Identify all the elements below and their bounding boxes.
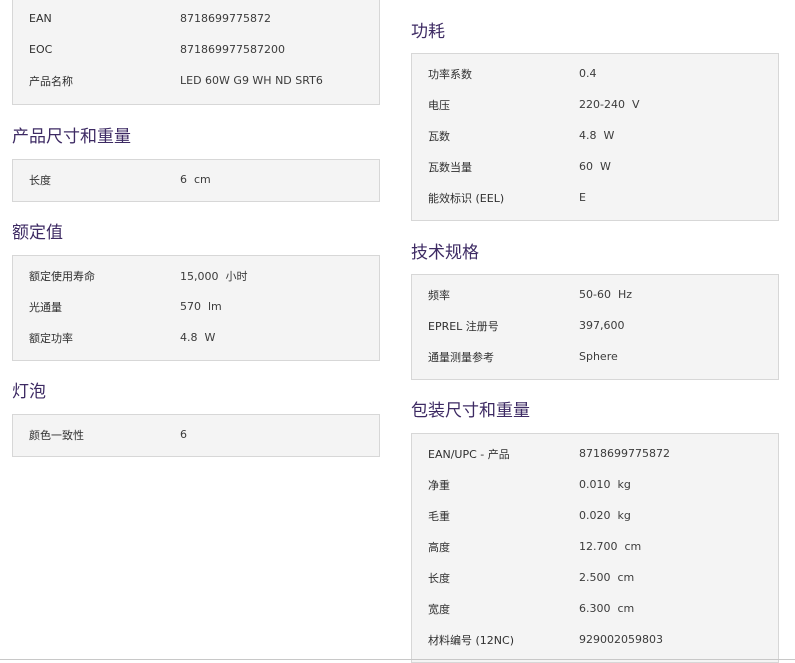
spec-value: 6 cm xyxy=(180,173,211,186)
spec-row: 长度 6 cm xyxy=(13,164,379,195)
product-info-panel: EAN 8718699775872 EOC 871869977587200 产品… xyxy=(12,0,380,105)
packaging-panel: EAN/UPC - 产品 8718699775872 净重 0.010 kg 毛… xyxy=(411,433,779,663)
spec-row: 宽度 6.300 cm xyxy=(412,593,778,624)
spec-label: 高度 xyxy=(428,540,450,554)
spec-label: 频率 xyxy=(428,288,450,302)
spec-label: 产品名称 xyxy=(29,74,73,88)
spec-value: 0.4 xyxy=(579,67,597,80)
spec-label: 毛重 xyxy=(428,509,450,523)
spec-value: Sphere xyxy=(579,350,618,363)
spec-row: 电压 220-240 V xyxy=(412,89,778,120)
spec-row: 颜色一致性 6 xyxy=(13,419,379,450)
spec-row: 瓦数当量 60 W xyxy=(412,151,778,182)
spec-value: 60 W xyxy=(579,160,611,173)
spec-row: 产品名称 LED 60W G9 WH ND SRT6 xyxy=(13,65,379,96)
spec-value: 0.020 kg xyxy=(579,509,631,522)
spec-value: 6.300 cm xyxy=(579,602,635,615)
spec-label: 瓦数 xyxy=(428,129,450,143)
spec-value: 2.500 cm xyxy=(579,571,635,584)
section-title-packaging: 包装尺寸和重量 xyxy=(411,401,530,421)
spec-label: 瓦数当量 xyxy=(428,160,472,174)
spec-label: EAN xyxy=(29,12,52,25)
spec-label: 额定使用寿命 xyxy=(29,269,95,283)
spec-value: LED 60W G9 WH ND SRT6 xyxy=(180,74,323,87)
spec-row: 额定使用寿命 15,000 小时 xyxy=(13,260,379,291)
spec-label: 电压 xyxy=(428,98,450,112)
spec-row: 毛重 0.020 kg xyxy=(412,500,778,531)
spec-row: EPREL 注册号 397,600 xyxy=(412,310,778,341)
spec-value: 8718699775872 xyxy=(180,12,271,25)
spec-label: 通量测量参考 xyxy=(428,350,494,364)
spec-value: 220-240 V xyxy=(579,98,640,111)
spec-label: 净重 xyxy=(428,478,450,492)
tech-panel: 频率 50-60 Hz EPREL 注册号 397,600 通量测量参考 Sph… xyxy=(411,274,779,380)
spec-label: 长度 xyxy=(29,173,51,187)
spec-value: 570 lm xyxy=(180,300,222,313)
spec-row: 频率 50-60 Hz xyxy=(412,279,778,310)
power-panel: 功率系数 0.4 电压 220-240 V 瓦数 4.8 W 瓦数当量 60 W… xyxy=(411,53,779,221)
spec-value: 12.700 cm xyxy=(579,540,642,553)
spec-row: 瓦数 4.8 W xyxy=(412,120,778,151)
spec-value: 871869977587200 xyxy=(180,43,285,56)
spec-row: 长度 2.500 cm xyxy=(412,562,778,593)
spec-label: 功率系数 xyxy=(428,67,472,81)
spec-label: 材料编号 (12NC) xyxy=(428,633,514,647)
spec-value: E xyxy=(579,191,586,204)
section-title-power: 功耗 xyxy=(411,22,445,42)
bulb-panel: 颜色一致性 6 xyxy=(12,414,380,457)
spec-value: 397,600 xyxy=(579,319,625,332)
spec-label: EOC xyxy=(29,43,53,56)
spec-row: 光通量 570 lm xyxy=(13,291,379,322)
spec-row: 额定功率 4.8 W xyxy=(13,322,379,353)
spec-label: 额定功率 xyxy=(29,331,73,345)
spec-label: 光通量 xyxy=(29,300,62,314)
ratings-panel: 额定使用寿命 15,000 小时 光通量 570 lm 额定功率 4.8 W xyxy=(12,255,380,361)
spec-row: 净重 0.010 kg xyxy=(412,469,778,500)
spec-label: EPREL 注册号 xyxy=(428,319,499,333)
spec-value: 50-60 Hz xyxy=(579,288,633,301)
spec-value: 4.8 W xyxy=(579,129,615,142)
spec-label: 颜色一致性 xyxy=(29,428,84,442)
section-title-ratings: 额定值 xyxy=(12,223,63,243)
spec-value: 0.010 kg xyxy=(579,478,631,491)
spec-value: 929002059803 xyxy=(579,633,663,646)
spec-row: 功率系数 0.4 xyxy=(412,58,778,89)
section-title-bulb: 灯泡 xyxy=(12,382,46,402)
size-weight-panel: 长度 6 cm xyxy=(12,159,380,202)
spec-row: 材料编号 (12NC) 929002059803 xyxy=(412,624,778,655)
spec-row: EAN/UPC - 产品 8718699775872 xyxy=(412,438,778,469)
spec-label: 长度 xyxy=(428,571,450,585)
spec-label: 宽度 xyxy=(428,602,450,616)
spec-row: 通量测量参考 Sphere xyxy=(412,341,778,372)
spec-row: 能效标识 (EEL) E xyxy=(412,182,778,213)
spec-value: 4.8 W xyxy=(180,331,216,344)
section-title-size-weight: 产品尺寸和重量 xyxy=(12,127,131,147)
section-title-tech: 技术规格 xyxy=(411,243,479,263)
spec-value: 6 xyxy=(180,428,187,441)
spec-row: EOC 871869977587200 xyxy=(13,34,379,65)
spec-label: 能效标识 (EEL) xyxy=(428,191,505,205)
spec-label: EAN/UPC - 产品 xyxy=(428,447,510,461)
spec-row: 高度 12.700 cm xyxy=(412,531,778,562)
spec-row: EAN 8718699775872 xyxy=(13,3,379,34)
spec-value: 15,000 小时 xyxy=(180,269,248,283)
spec-value: 8718699775872 xyxy=(579,447,670,460)
